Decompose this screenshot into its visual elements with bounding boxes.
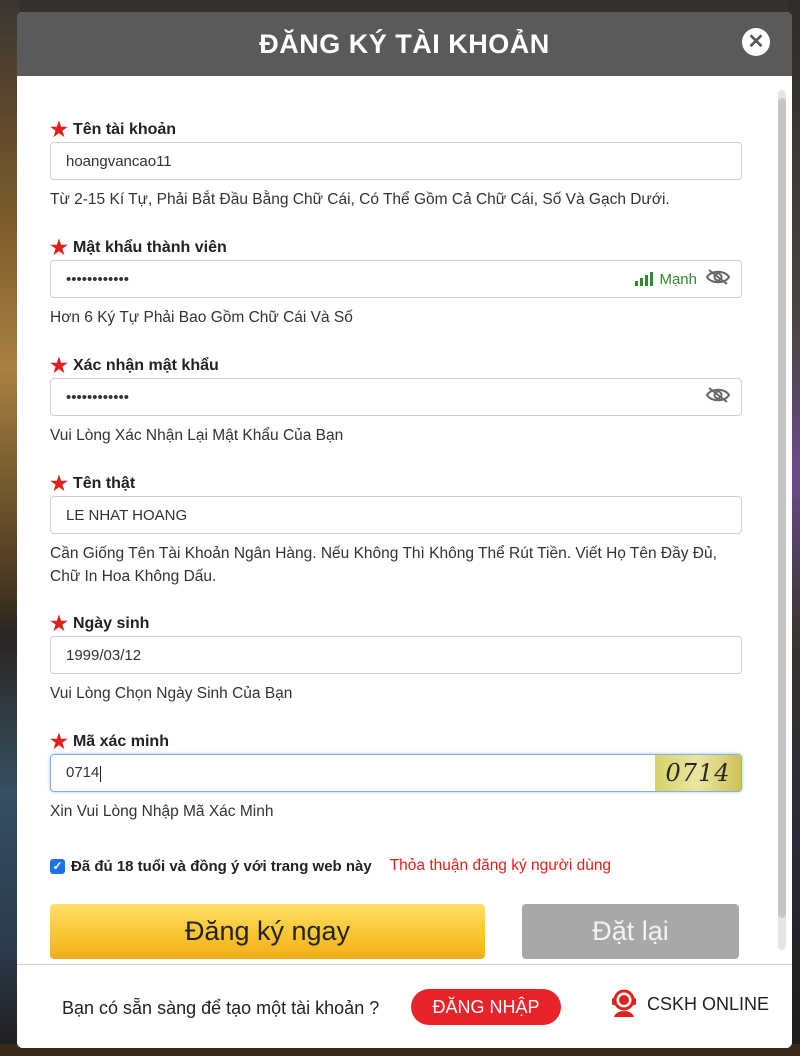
agreement-row: ✓ Đã đủ 18 tuổi và đồng ý với trang web … [50,857,611,875]
required-star-icon: ★ [50,473,68,495]
password-strength: Mạnh [635,271,697,288]
confirm-password-input[interactable]: •••••••••••• [50,378,742,416]
birthday-label: ★ Ngày sinh [50,613,150,635]
captcha-hint: Xin Vui Lòng Nhập Mã Xác Minh [50,803,274,820]
register-modal: ĐĂNG KÝ TÀI KHOẢN ✕ ★ Tên tài khoản hoan… [17,12,792,1048]
required-star-icon: ★ [50,355,68,377]
agreement-checkbox[interactable]: ✓ [50,858,65,874]
register-button[interactable]: Đăng ký ngay [50,904,485,959]
required-star-icon: ★ [50,613,68,635]
reset-button[interactable]: Đặt lại [522,904,739,959]
password-label: ★ Mật khẩu thành viên [50,237,227,259]
captcha-input[interactable]: 0714 0714 [50,754,742,792]
footer-question: Bạn có sẵn sàng để tạo một tài khoản ? [62,998,380,1018]
confirm-password-hint: Vui Lòng Xác Nhận Lại Mật Khẩu Của Bạn [50,427,344,444]
user-agreement-link[interactable]: Thỏa thuận đăng ký người dùng [390,857,611,875]
modal-footer: Bạn có sẵn sàng để tạo một tài khoản ? Đ… [17,964,792,1048]
required-star-icon: ★ [50,119,68,141]
real-name-hint: Cần Giống Tên Tài Khoản Ngân Hàng. Nếu K… [50,545,717,585]
scrollbar-thumb[interactable] [778,98,786,918]
signal-bars-icon [635,272,654,286]
eye-off-icon[interactable] [705,386,731,408]
username-input[interactable]: hoangvancao11 [50,142,742,180]
modal-title: ĐĂNG KÝ TÀI KHOẢN [259,28,550,59]
required-star-icon: ★ [50,731,68,753]
confirm-password-label: ★ Xác nhận mật khẩu [50,355,219,377]
real-name-input[interactable]: LE NHAT HOANG [50,496,742,534]
birthday-input[interactable]: 1999/03/12 [50,636,742,674]
birthday-hint: Vui Lòng Chọn Ngày Sinh Của Bạn [50,685,293,702]
real-name-label: ★ Tên thật [50,473,136,495]
login-button[interactable]: ĐĂNG NHẬP [411,989,561,1025]
username-label: ★ Tên tài khoản [50,119,177,141]
password-input[interactable]: •••••••••••• Mạnh [50,260,742,298]
required-star-icon: ★ [50,237,68,259]
support-agent-icon [611,989,637,1019]
password-hint: Hơn 6 Ký Tự Phải Bao Gồm Chữ Cái Và Số [50,309,353,326]
captcha-label: ★ Mã xác minh [50,731,169,753]
modal-header: ĐĂNG KÝ TÀI KHOẢN ✕ [17,12,792,76]
text-caret [100,765,102,782]
scrollbar[interactable] [778,90,786,950]
eye-off-icon[interactable] [705,268,731,290]
captcha-image[interactable]: 0714 [655,755,741,791]
customer-support-link[interactable]: CSKH ONLINE [611,989,769,1019]
username-hint: Từ 2-15 Kí Tự, Phải Bắt Đầu Bằng Chữ Cái… [50,191,670,208]
close-icon[interactable]: ✕ [742,28,770,56]
